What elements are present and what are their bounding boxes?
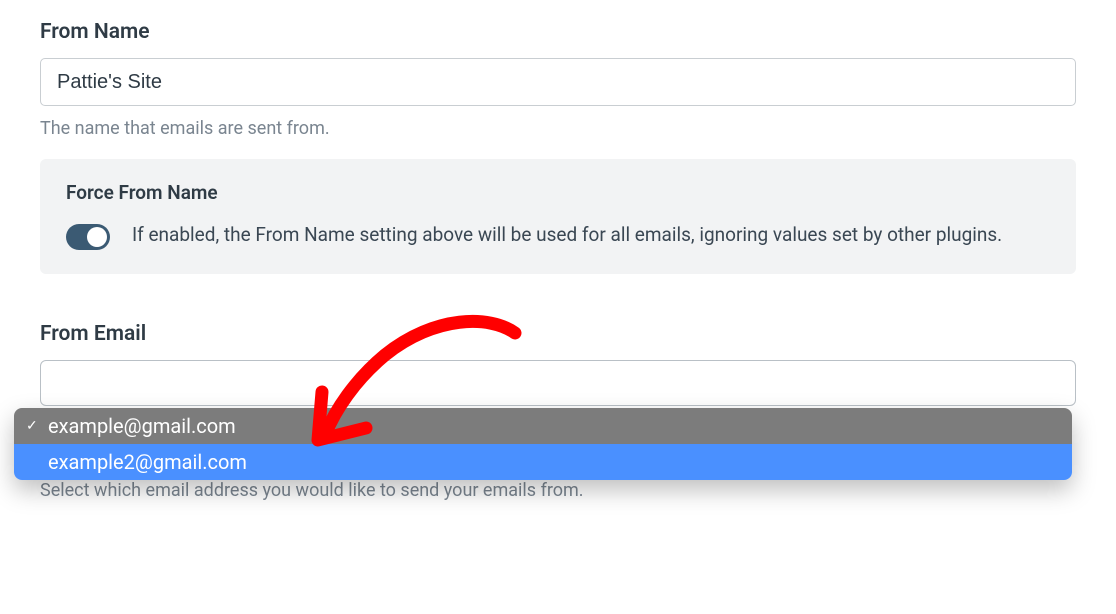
check-icon: ✓ xyxy=(26,418,40,434)
force-from-name-title: Force From Name xyxy=(66,181,1050,204)
from-email-select[interactable] xyxy=(40,360,1076,406)
dropdown-option-1[interactable]: ✓ example@gmail.com xyxy=(14,408,1072,444)
from-email-dropdown: ✓ example@gmail.com example2@gmail.com xyxy=(14,408,1072,480)
dropdown-option-2[interactable]: example2@gmail.com xyxy=(14,444,1072,480)
from-email-label: From Email xyxy=(40,322,1076,346)
force-from-name-panel: Force From Name If enabled, the From Nam… xyxy=(40,159,1076,274)
from-email-section: From Email ✓ example@gmail.com example2@… xyxy=(40,322,1076,406)
from-name-section: From Name The name that emails are sent … xyxy=(40,20,1076,274)
dropdown-option-label: example@gmail.com xyxy=(48,414,236,438)
from-name-help: The name that emails are sent from. xyxy=(40,118,1076,139)
from-email-help: Select which email address you would lik… xyxy=(40,480,584,501)
from-name-label: From Name xyxy=(40,20,1076,44)
toggle-knob xyxy=(87,227,107,247)
force-from-name-description: If enabled, the From Name setting above … xyxy=(132,220,1002,249)
from-name-input[interactable] xyxy=(40,58,1076,106)
dropdown-option-label: example2@gmail.com xyxy=(48,450,247,474)
force-from-name-toggle[interactable] xyxy=(66,224,110,250)
